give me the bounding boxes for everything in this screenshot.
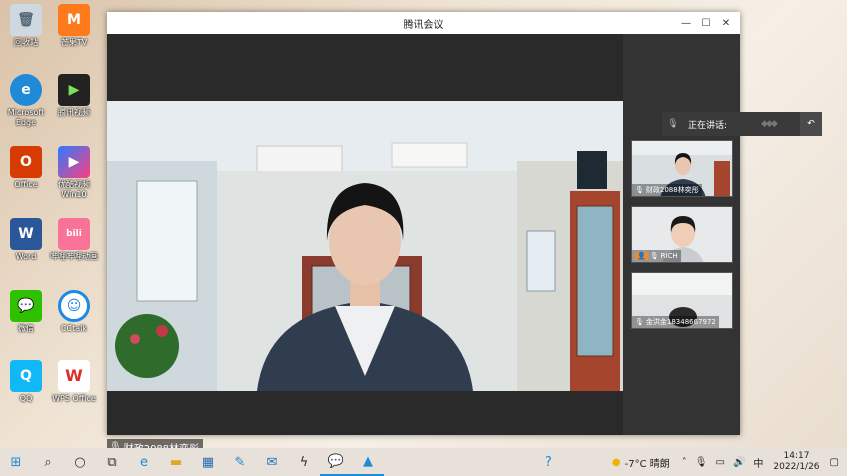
edge-icon: e	[10, 74, 42, 106]
microphone-icon: 🎙	[635, 186, 644, 194]
taskbar: ⊞ ⌕ ○ ⧉ e ▬ ▦ ✎ ✉ ϟ 💬 ▲ ? ● -7°C 晴朗 ˄ 🎙 …	[0, 448, 847, 476]
desktop-icon-recycle-bin[interactable]: 🗑 回收站	[2, 4, 50, 48]
speaking-avatars: ◆◆◆	[761, 119, 778, 129]
desktop-icon-mango-tv[interactable]: M 芒果TV	[50, 4, 98, 48]
desktop-icon-word[interactable]: W Word	[2, 218, 50, 262]
volume-icon[interactable]: 🔊	[733, 457, 745, 468]
speaking-label: 正在讲话:	[688, 120, 728, 131]
search-icon[interactable]: ⌕	[32, 448, 64, 476]
desktop-icon-label: QQ	[19, 394, 33, 403]
window-title: 腾讯会议	[403, 19, 444, 31]
microphone-icon: 🎙	[635, 318, 644, 326]
desktop-icon-youku[interactable]: ▶ 优酷视频 Win10	[50, 146, 98, 200]
desktop-icon-label: 芒果TV	[60, 38, 88, 47]
file-explorer-icon[interactable]: ▬	[160, 448, 192, 476]
desktop-icon-label: Office	[14, 180, 38, 189]
desktop-icon-tencent-video[interactable]: ▶ 腾讯视频	[50, 74, 98, 118]
chevron-up-icon[interactable]: ˄	[682, 457, 687, 468]
desktop-icon-label: 微信	[18, 324, 34, 333]
participant-name: 金洪金18348667972	[645, 318, 716, 326]
participant-name: RICH	[660, 252, 678, 260]
desktop-icon-qq[interactable]: Q QQ	[2, 360, 50, 404]
host-badge-icon: 👤	[635, 252, 648, 260]
desktop-icon-label: Microsoft Edge	[7, 108, 45, 127]
desktop-icon-edge[interactable]: e Microsoft Edge	[2, 74, 50, 128]
wps-icon: W	[58, 360, 90, 392]
ime-indicator[interactable]: 中	[753, 455, 763, 470]
desktop-icon-label: 腾讯视频	[58, 108, 90, 117]
system-tray: ? ● -7°C 晴朗 ˄ 🎙 ▭ 🔊 中 14:17 2022/1/26 ▢	[545, 448, 847, 476]
desktop-icon-cctalk[interactable]: ☺ CCtalk	[50, 290, 98, 334]
participant-label: 🎙 金洪金18348667972	[632, 316, 719, 328]
meeting-window: 腾讯会议 — ☐ ✕ 🎙 🎙 财政2088林奕彤 👤 🎙 RICH 🎙 金洪金1…	[107, 12, 740, 455]
start-button[interactable]: ⊞	[0, 448, 32, 476]
window-controls: — ☐ ✕	[676, 12, 736, 34]
weather-text[interactable]: -7°C 晴朗	[625, 455, 670, 470]
word-icon: W	[10, 218, 42, 250]
main-video-feed	[107, 101, 623, 391]
minimize-button[interactable]: —	[676, 12, 696, 34]
desktop-icon-office[interactable]: O Office	[2, 146, 50, 190]
participant-thumbnail[interactable]: 🎙 金洪金18348667972	[631, 272, 733, 329]
collapse-arrow-icon[interactable]: ↶	[800, 112, 822, 136]
edit-app-icon[interactable]: ✎	[224, 448, 256, 476]
battery-icon[interactable]: ▭	[715, 457, 724, 468]
desktop-icon-bilibili[interactable]: bili 哔哩哔哩动画	[50, 218, 98, 262]
microphone-icon: 🎙	[649, 252, 659, 260]
microphone-icon: 🎙	[667, 119, 679, 129]
microphone-tray-icon[interactable]: 🎙	[695, 457, 708, 468]
participant-label: 👤 🎙 RICH	[632, 250, 681, 262]
cortana-icon[interactable]: ○	[64, 448, 96, 476]
wechat-icon: 💬	[10, 290, 42, 322]
participant-panel: 🎙 财政2088林奕彤 👤 🎙 RICH 🎙 金洪金18348667972	[623, 34, 740, 435]
notification-icon[interactable]: ▢	[830, 457, 839, 468]
mango-tv-icon: M	[58, 4, 90, 36]
desktop-icon-label: WPS Office	[52, 394, 96, 403]
store-icon[interactable]: ▦	[192, 448, 224, 476]
office-icon: O	[10, 146, 42, 178]
tencent-meeting-taskbar-icon[interactable]: ▲	[352, 448, 384, 476]
desktop-icon-label: CCtalk	[60, 324, 88, 333]
participant-thumbnail[interactable]: 🎙 财政2088林奕彤	[631, 140, 733, 197]
desktop-icon-label: 优酷视频 Win10	[58, 180, 90, 199]
desktop-icon-wps[interactable]: W WPS Office	[50, 360, 98, 404]
clock-time: 14:17	[783, 451, 810, 461]
qq-icon: Q	[10, 360, 42, 392]
help-icon[interactable]: ?	[545, 455, 552, 470]
youku-icon: ▶	[58, 146, 90, 178]
main-video-area[interactable]: 🎙 财政2088林奕彤	[107, 34, 623, 455]
task-view-icon[interactable]: ⧉	[96, 448, 128, 476]
wechat-taskbar-icon[interactable]: 💬	[320, 448, 352, 476]
tencent-video-icon: ▶	[58, 74, 90, 106]
mail-icon[interactable]: ✉	[256, 448, 288, 476]
participant-thumbnail[interactable]: 👤 🎙 RICH	[631, 206, 733, 263]
participant-label: 🎙 财政2088林奕彤	[632, 184, 702, 196]
cctalk-icon: ☺	[58, 290, 90, 322]
window-titlebar[interactable]: 腾讯会议 — ☐ ✕	[107, 12, 740, 34]
maximize-button[interactable]: ☐	[696, 12, 716, 34]
close-button[interactable]: ✕	[716, 12, 736, 34]
participant-name: 财政2088林奕彤	[645, 186, 699, 194]
desktop-icon-label: 哔哩哔哩动画	[50, 252, 98, 261]
app-icon[interactable]: ϟ	[288, 448, 320, 476]
clock-date: 2022/1/26	[773, 462, 820, 472]
weather-icon: ●	[611, 456, 621, 468]
main-video-image	[107, 101, 623, 391]
desktop-icon-label: Word	[15, 252, 37, 261]
recycle-bin-icon: 🗑	[10, 4, 42, 36]
edge-taskbar-icon[interactable]: e	[128, 448, 160, 476]
clock[interactable]: 14:17 2022/1/26	[773, 451, 819, 473]
desktop-icon-label: 回收站	[14, 38, 38, 47]
desktop-icon-wechat[interactable]: 💬 微信	[2, 290, 50, 334]
bilibili-icon: bili	[58, 218, 90, 250]
speaking-indicator: 🎙 正在讲话: ◆◆◆ ↶	[662, 112, 822, 136]
